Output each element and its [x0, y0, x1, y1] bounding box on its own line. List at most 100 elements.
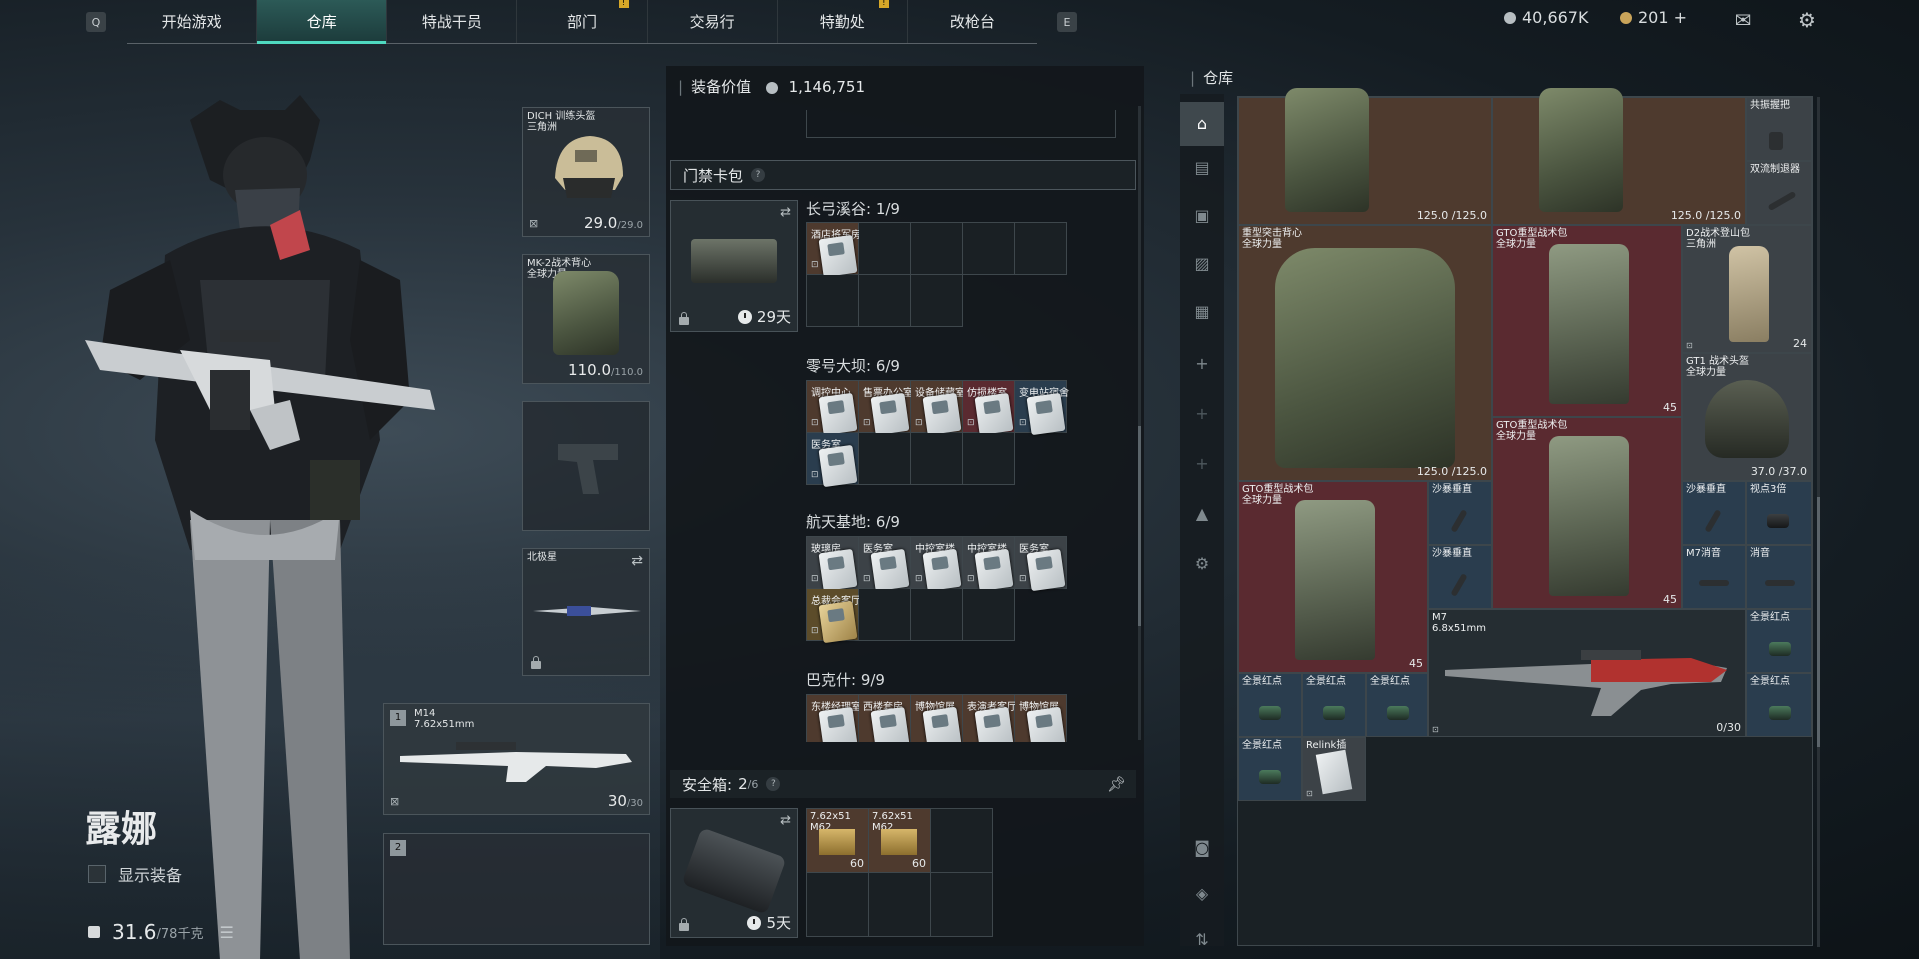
- d2-pack-item[interactable]: D2战术登山包 三角洲 ⊡ 24: [1682, 225, 1812, 353]
- pistol-slot[interactable]: [522, 401, 650, 531]
- operator-icon[interactable]: ◙: [1188, 834, 1216, 862]
- red-dot-item[interactable]: 全景红点: [1238, 673, 1302, 737]
- keycard-case-slot[interactable]: ⇄ 29天: [670, 200, 798, 332]
- storage-image-icon[interactable]: ▨: [1188, 250, 1216, 278]
- ammo-item[interactable]: 7.62x51 M62 60: [807, 809, 869, 873]
- helmet-slot[interactable]: DICH 训练头盔 三角洲 ⊠ 29.0/29.0: [522, 107, 650, 237]
- show-gear-checkbox[interactable]: [88, 865, 106, 883]
- safebox-slot[interactable]: ⇄ 5天: [670, 808, 798, 938]
- gt1-helmet-item[interactable]: GT1 战术头盔 全球力量 37.0 /37.0: [1682, 353, 1812, 481]
- keycard-section-header[interactable]: 门禁卡包?: [670, 160, 1136, 190]
- list-icon[interactable]: ☰: [219, 923, 233, 942]
- empty-cell[interactable]: [931, 809, 993, 873]
- keycard-scrollbar-thumb[interactable]: [1138, 426, 1141, 626]
- gold-currency[interactable]: 201 +: [1620, 8, 1687, 27]
- storage-add-icon[interactable]: ▣: [1188, 202, 1216, 230]
- muzzle-item[interactable]: 双流制退器: [1746, 161, 1812, 225]
- add-storage-icon-disabled[interactable]: +: [1188, 400, 1216, 428]
- storage-iv-icon[interactable]: ▤: [1188, 154, 1216, 182]
- empty-cell[interactable]: [911, 589, 963, 641]
- empty-cell[interactable]: [963, 589, 1015, 641]
- help-icon[interactable]: ?: [751, 168, 766, 182]
- vest-item[interactable]: 125.0 /125.0: [1492, 88, 1746, 225]
- lock-storage-icon[interactable]: ▲: [1188, 500, 1216, 528]
- keycard-item[interactable]: 仿损楼室 ⊡: [963, 381, 1015, 436]
- melee-slot[interactable]: 北极星 ⇄: [522, 548, 650, 676]
- settings-icon[interactable]: ⚙: [1188, 550, 1216, 578]
- add-storage-icon[interactable]: +: [1188, 350, 1216, 378]
- keycard-item[interactable]: 设备储藏室 ⊡: [911, 381, 965, 436]
- keycard-item[interactable]: 医务室 ⊡: [1015, 537, 1067, 592]
- keycard-item[interactable]: 变电站宿舍 ⊡: [1015, 381, 1069, 436]
- keycard-item[interactable]: 中控室楼 ⊡: [963, 537, 1015, 592]
- empty-cell[interactable]: [911, 275, 963, 327]
- gto-pack-item[interactable]: GTO重型战术包 全球力量 45: [1492, 417, 1682, 609]
- mail-icon[interactable]: ✉: [1730, 8, 1756, 32]
- empty-cell[interactable]: [807, 275, 859, 327]
- keycard-item[interactable]: 总裁会客厅 ⊡: [807, 589, 861, 644]
- empty-cell[interactable]: [963, 433, 1015, 485]
- heavy-vest-item[interactable]: 重型突击背心 全球力量 125.0 /125.0: [1238, 225, 1492, 481]
- empty-cell[interactable]: [911, 433, 963, 485]
- red-dot-item[interactable]: 全景红点: [1302, 673, 1366, 737]
- warehouse-main-icon[interactable]: ⌂: [1180, 102, 1224, 146]
- empty-cell[interactable]: [859, 275, 911, 327]
- keycard-item[interactable]: 西楼套房: [859, 695, 911, 742]
- empty-cell[interactable]: [911, 223, 963, 275]
- empty-cell[interactable]: [1015, 223, 1067, 275]
- storage-box-icon[interactable]: ▦: [1188, 298, 1216, 326]
- scope-3x-item[interactable]: 视点3倍: [1746, 481, 1812, 545]
- swap-icon[interactable]: ⇄: [780, 813, 791, 828]
- keycard-item[interactable]: 酒店将军房 ⊡: [807, 223, 861, 278]
- ammo-item[interactable]: 7.62x51 M62 60: [869, 809, 931, 873]
- keycard-item[interactable]: 售票办公室 ⊡: [859, 381, 913, 436]
- vertical-grip-item[interactable]: 沙暴垂直: [1682, 481, 1746, 545]
- layers-icon[interactable]: ◈: [1188, 880, 1216, 908]
- empty-cell[interactable]: [859, 589, 911, 641]
- red-dot-item[interactable]: 全景红点: [1746, 673, 1812, 737]
- vertical-grip-item[interactable]: 沙暴垂直: [1428, 545, 1492, 609]
- empty-cell[interactable]: [859, 223, 911, 275]
- gto-pack-item[interactable]: GTO重型战术包 全球力量 45: [1492, 225, 1682, 417]
- grip-item[interactable]: 共振握把: [1746, 97, 1812, 161]
- red-dot-item[interactable]: 全景红点: [1746, 609, 1812, 673]
- tab-special-ops[interactable]: 特勤处!: [778, 0, 908, 43]
- empty-cell[interactable]: [859, 433, 911, 485]
- tab-trade[interactable]: 交易行: [648, 0, 778, 43]
- swap-icon[interactable]: ⇄: [631, 553, 643, 569]
- keycard-item[interactable]: 东楼经理室: [807, 695, 861, 742]
- vertical-grip-item[interactable]: 沙暴垂直: [1428, 481, 1492, 545]
- primary-weapon-slot[interactable]: 1 M14 7.62x51mm ⊠ 30/30: [383, 703, 650, 815]
- swap-icon[interactable]: ⇄: [780, 205, 791, 220]
- keycard-item[interactable]: 调控中心 ⊡: [807, 381, 859, 436]
- m7-rifle-item[interactable]: M7 6.8x51mm ⊡ 0/30: [1428, 609, 1746, 737]
- tab-start-game[interactable]: 开始游戏: [127, 0, 258, 43]
- keycard-scrollbar-track[interactable]: [1138, 106, 1141, 740]
- pin-icon[interactable]: 📌︎: [1107, 775, 1126, 793]
- red-dot-item[interactable]: 全景红点: [1238, 737, 1302, 801]
- empty-cell[interactable]: [869, 873, 931, 937]
- keycard-item[interactable]: 博物馆展: [911, 695, 963, 742]
- keycard-item[interactable]: 表演者客厅: [963, 695, 1017, 742]
- keycard-item[interactable]: 医务室 ⊡: [859, 537, 911, 592]
- tab-department[interactable]: 部门!: [517, 0, 648, 43]
- show-gear-toggle[interactable]: 显示装备: [88, 862, 182, 886]
- relink-item[interactable]: Relink插 ⊡: [1302, 737, 1366, 801]
- tab-warehouse[interactable]: 仓库: [257, 0, 388, 44]
- gto-pack-item[interactable]: GTO重型战术包 全球力量 45: [1238, 481, 1428, 673]
- red-dot-item[interactable]: 全景红点: [1366, 673, 1428, 737]
- keycard-item[interactable]: 中控室楼 ⊡: [911, 537, 963, 592]
- add-storage-icon-disabled[interactable]: +: [1188, 450, 1216, 478]
- empty-cell[interactable]: [807, 873, 869, 937]
- keycard-item[interactable]: 博物馆展: [1015, 695, 1067, 742]
- sort-icon[interactable]: ⇅: [1188, 926, 1216, 954]
- tab-operators[interactable]: 特战干员: [387, 0, 518, 43]
- secondary-weapon-slot[interactable]: 2: [383, 833, 650, 945]
- m7-suppressor-item[interactable]: M7消音: [1682, 545, 1746, 609]
- gear-icon[interactable]: ⚙: [1794, 8, 1820, 32]
- suppressor-item[interactable]: 消音: [1746, 545, 1812, 609]
- empty-cell[interactable]: [963, 223, 1015, 275]
- tab-gunsmith[interactable]: 改枪台: [908, 0, 1037, 43]
- keycard-item[interactable]: 玻璃房 ⊡: [807, 537, 859, 592]
- help-icon[interactable]: ?: [766, 777, 781, 791]
